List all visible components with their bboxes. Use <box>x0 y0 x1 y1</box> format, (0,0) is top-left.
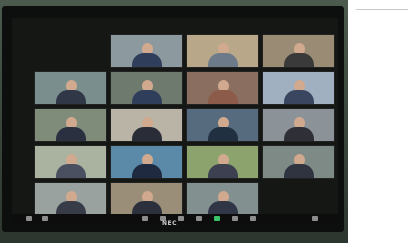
participant-body <box>55 201 86 215</box>
participant-tile[interactable] <box>262 145 335 179</box>
participant-tile[interactable] <box>186 71 259 105</box>
participant-tile[interactable] <box>186 108 259 142</box>
participant-body <box>55 90 86 104</box>
chat-icon[interactable] <box>178 216 184 221</box>
reactions-icon[interactable] <box>196 216 202 221</box>
participant-tile[interactable] <box>110 34 183 68</box>
participant-body <box>207 164 238 178</box>
participant-tile[interactable] <box>186 182 259 216</box>
share-screen-icon[interactable] <box>214 216 220 221</box>
participant-tile[interactable] <box>110 71 183 105</box>
divider <box>356 9 408 10</box>
participant-body <box>55 127 86 141</box>
participant-body <box>131 53 162 67</box>
participant-body <box>55 164 86 178</box>
participant-body <box>283 127 314 141</box>
participant-tile[interactable] <box>262 34 335 68</box>
participant-body <box>283 90 314 104</box>
monitor-bezel <box>2 6 344 232</box>
participant-tile[interactable] <box>34 182 107 216</box>
participant-body <box>207 127 238 141</box>
participant-body <box>207 201 238 215</box>
security-icon[interactable] <box>142 216 148 221</box>
participant-body <box>131 164 162 178</box>
participant-tile[interactable] <box>34 108 107 142</box>
video-call-screen <box>12 18 338 224</box>
participant-tile[interactable] <box>186 34 259 68</box>
monitor-brand-logo: NEC <box>162 220 178 227</box>
record-icon[interactable] <box>232 216 238 221</box>
participant-tile[interactable] <box>34 145 107 179</box>
meeting-title-bar <box>12 18 338 30</box>
participant-tile[interactable] <box>262 71 335 105</box>
participant-body <box>131 127 162 141</box>
participant-tile[interactable] <box>262 108 335 142</box>
participant-tile[interactable] <box>110 145 183 179</box>
participant-tile[interactable] <box>186 145 259 179</box>
participant-body <box>207 90 238 104</box>
photo-of-monitor: NEC <box>0 0 348 243</box>
participant-body <box>207 53 238 67</box>
video-icon[interactable] <box>42 216 48 221</box>
participant-body <box>131 201 162 215</box>
participant-tile[interactable] <box>110 182 183 216</box>
participant-tile[interactable] <box>110 108 183 142</box>
mute-icon[interactable] <box>26 216 32 221</box>
participant-body <box>283 53 314 67</box>
leave-button[interactable] <box>312 216 318 221</box>
participant-body <box>283 164 314 178</box>
participant-tile[interactable] <box>34 71 107 105</box>
more-icon[interactable] <box>250 216 256 221</box>
participant-body <box>131 90 162 104</box>
page-margin <box>348 0 411 243</box>
